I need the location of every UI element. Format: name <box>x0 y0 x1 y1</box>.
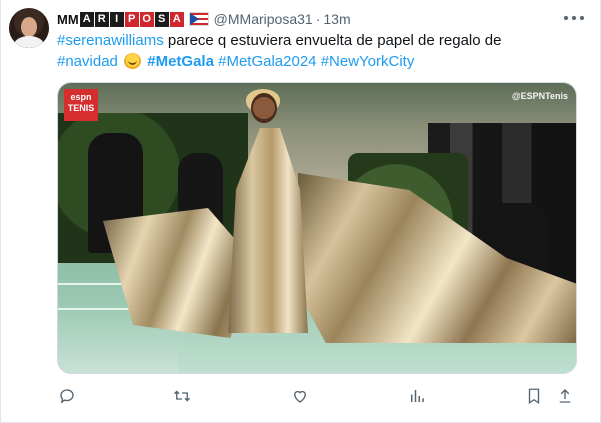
brand-tile: I <box>109 11 124 27</box>
puerto-rico-flag-icon <box>188 12 209 26</box>
more-icon[interactable] <box>564 10 584 26</box>
heart-icon[interactable] <box>290 386 310 406</box>
image-watermark: @ESPNTenis <box>511 91 568 101</box>
analytics-icon[interactable] <box>407 386 427 406</box>
logo-line-2: TENIS <box>67 103 95 113</box>
share-icon[interactable] <box>555 386 575 406</box>
avatar[interactable] <box>9 8 49 48</box>
post-card: MM A R I P O S A @MMariposa31 · 13m #ser… <box>0 0 601 423</box>
separator: · <box>315 11 321 27</box>
post-header: MM A R I P O S A @MMariposa31 · 13m <box>57 9 351 29</box>
hashtag-serenawilliams[interactable]: #serenawilliams <box>57 32 164 49</box>
post-body-text: parece q estuviera envuelta de papel de … <box>163 32 502 49</box>
laughing-emoji-icon <box>124 53 142 69</box>
bookmark-icon[interactable] <box>524 386 544 406</box>
brand-prefix: MM <box>57 11 79 27</box>
display-name[interactable]: MM A R I P O S A <box>57 11 185 27</box>
user-handle[interactable]: @MMariposa31 <box>214 11 313 27</box>
retweet-icon[interactable] <box>172 386 192 406</box>
hashtag-newyorkcity[interactable]: #NewYorkCity <box>321 53 415 70</box>
timestamp[interactable]: 13m <box>323 11 350 27</box>
logo-line-1: espn <box>70 92 92 102</box>
hashtag-navidad[interactable]: #navidad <box>57 53 118 70</box>
post-image[interactable]: espn TENIS @ESPNTenis <box>57 82 577 374</box>
photo-scene <box>58 83 576 373</box>
brand-tile: A <box>79 11 94 27</box>
hashtag-metgala[interactable]: #MetGala <box>147 53 214 70</box>
hashtag-metgala2024[interactable]: #MetGala2024 <box>218 53 316 70</box>
brand-tile: P <box>124 11 139 27</box>
espn-tenis-logo: espn TENIS <box>64 89 98 121</box>
post-text: #serenawilliams parece q estuviera envue… <box>57 30 587 72</box>
action-bar <box>57 386 577 406</box>
brand-tile: O <box>139 11 154 27</box>
brand-tile: S <box>154 11 169 27</box>
brand-tile: R <box>94 11 109 27</box>
brand-tile: A <box>169 11 184 27</box>
reply-icon[interactable] <box>57 386 77 406</box>
